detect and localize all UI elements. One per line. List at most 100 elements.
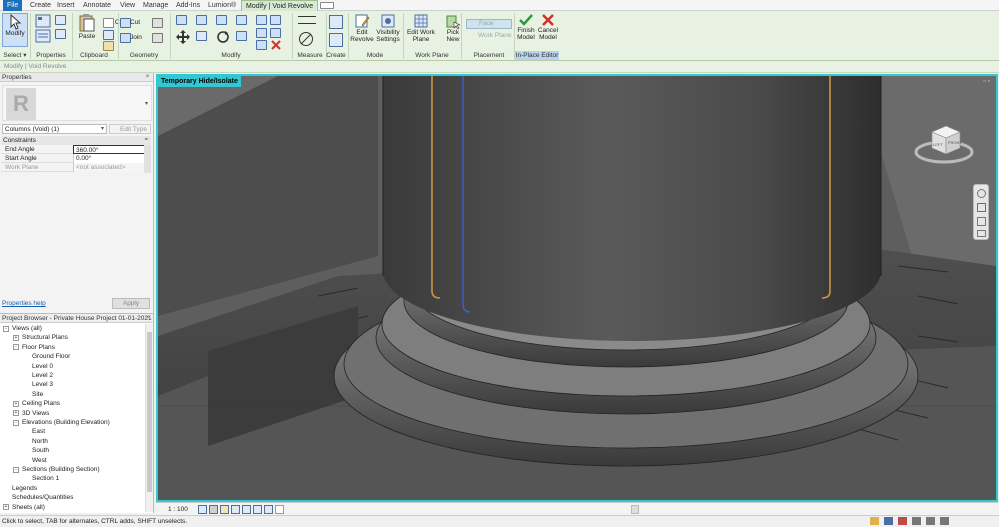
tree-item[interactable]: East xyxy=(32,427,45,436)
viewcube-face-front[interactable]: FRONT xyxy=(948,140,962,145)
temporary-hide-isolate-label[interactable]: Temporary Hide/Isolate xyxy=(158,76,241,87)
measure-distance-icon[interactable] xyxy=(298,16,316,24)
tree-item[interactable]: South xyxy=(32,446,49,455)
split-face-icon[interactable] xyxy=(152,33,163,43)
shadows-icon[interactable] xyxy=(231,505,240,514)
copy-element-icon[interactable] xyxy=(196,31,207,41)
horizontal-scroll-thumb[interactable] xyxy=(631,505,639,514)
create-similar-icon[interactable] xyxy=(329,15,343,29)
trim-extend-icon[interactable] xyxy=(236,31,247,41)
array-icon[interactable] xyxy=(256,28,267,38)
tree-item[interactable]: North xyxy=(32,437,48,446)
tab-insert[interactable]: Insert xyxy=(57,0,75,11)
unpin-icon[interactable] xyxy=(256,40,267,50)
crop-view-icon[interactable] xyxy=(253,505,262,514)
scrollbar-thumb[interactable] xyxy=(147,332,152,492)
tab-lumion[interactable]: Lumion® xyxy=(208,0,236,11)
pick-new-button[interactable]: Pick New xyxy=(443,13,463,49)
detail-level-icon[interactable] xyxy=(198,505,207,514)
family-types-icon[interactable] xyxy=(55,29,66,39)
edit-revolve-button[interactable]: Edit Revolve xyxy=(350,13,374,49)
type-properties-icon[interactable] xyxy=(55,15,66,25)
apply-button[interactable]: Apply xyxy=(112,298,150,309)
viewcube-face-left[interactable]: LEFT xyxy=(933,142,943,147)
tree-item[interactable]: Site xyxy=(32,390,43,399)
edit-type-button[interactable]: Edit Type xyxy=(109,124,151,134)
tab-file[interactable]: File xyxy=(3,0,23,11)
tree-item[interactable]: Structural Plans xyxy=(22,333,68,342)
tree-item[interactable]: Sections (Building Section) xyxy=(22,465,100,474)
tab-view[interactable]: View xyxy=(120,0,135,11)
filter-icon[interactable] xyxy=(940,517,949,525)
window-controls[interactable]: ▫ ▫ xyxy=(983,78,990,85)
render-icon[interactable] xyxy=(242,505,251,514)
tree-item[interactable]: Schedules/Quantities xyxy=(12,493,73,502)
wall-joins-icon[interactable] xyxy=(152,18,163,28)
type-selector[interactable]: Columns (Void) (1) ▾ xyxy=(2,124,107,134)
start-angle-field[interactable]: 0.00° xyxy=(73,154,145,163)
scale-icon[interactable] xyxy=(270,28,281,38)
tree-item[interactable]: Legends xyxy=(12,484,37,493)
tree-item[interactable]: Views (all) xyxy=(12,324,42,333)
design-options-icon[interactable] xyxy=(884,517,893,525)
nav-options-icon[interactable] xyxy=(977,230,986,237)
tab-modify-void-revolve[interactable]: Modify | Void Revolve xyxy=(241,0,319,11)
tab-annotate[interactable]: Annotate xyxy=(83,0,111,11)
copy-icon[interactable] xyxy=(103,30,114,40)
visual-style-icon[interactable] xyxy=(209,505,218,514)
select-faces-icon[interactable] xyxy=(926,517,935,525)
expand-toggle-icon[interactable]: + xyxy=(13,410,19,417)
crop-region-icon[interactable] xyxy=(264,505,273,514)
paste-button[interactable]: Paste xyxy=(76,13,98,47)
tree-item[interactable]: West xyxy=(32,456,47,465)
measure-angle-icon[interactable] xyxy=(298,31,314,47)
chevron-down-icon[interactable]: ▾ xyxy=(145,100,148,107)
create-group-icon[interactable] xyxy=(329,33,343,47)
close-icon[interactable]: × xyxy=(144,315,151,322)
property-row-end-angle[interactable]: End Angle 360.00° xyxy=(1,145,151,154)
tree-item[interactable]: 3D Views xyxy=(22,409,49,418)
tree-item[interactable]: Level 0 xyxy=(32,362,53,371)
mirror-draw-icon[interactable] xyxy=(236,15,247,25)
collapse-toggle-icon[interactable]: - xyxy=(13,344,19,351)
tree-item[interactable]: Level 3 xyxy=(32,380,53,389)
tree-item[interactable]: Sheets (all) xyxy=(12,503,45,512)
close-icon[interactable]: × xyxy=(144,74,151,81)
select-links-icon[interactable] xyxy=(898,517,907,525)
expand-toggle-icon[interactable]: + xyxy=(3,504,9,511)
modify-button[interactable]: Modify xyxy=(2,13,28,47)
tab-create[interactable]: Create xyxy=(30,0,51,11)
tree-item[interactable]: Section 1 xyxy=(32,474,59,483)
tree-item[interactable]: Floor Plans xyxy=(22,343,55,352)
browser-scrollbar[interactable] xyxy=(145,324,153,512)
tree-item[interactable]: Level 2 xyxy=(32,371,53,380)
match-properties-icon[interactable] xyxy=(103,41,114,51)
finish-model-button[interactable]: Finish Model xyxy=(515,13,537,49)
face-button[interactable]: Face xyxy=(466,19,512,29)
split-element-icon[interactable] xyxy=(256,15,267,25)
temporary-hide-icon[interactable] xyxy=(275,505,284,514)
delete-icon[interactable] xyxy=(271,40,281,50)
viewcube[interactable]: LEFT FRONT xyxy=(914,118,974,168)
tab-add-ins[interactable]: Add-Ins xyxy=(176,0,200,11)
sun-path-icon[interactable] xyxy=(220,505,229,514)
tree-item[interactable]: Ceiling Plans xyxy=(22,399,60,408)
select-group-label[interactable]: Select ▾ xyxy=(0,51,30,60)
properties-help-link[interactable]: Properties help xyxy=(2,300,46,307)
edit-work-plane-button[interactable]: Edit Work Plane xyxy=(405,13,437,49)
expand-toggle-icon[interactable]: + xyxy=(13,400,19,407)
collapse-toggle-icon[interactable]: - xyxy=(13,466,19,473)
pin-icon[interactable] xyxy=(270,15,281,25)
expand-toggle-icon[interactable]: + xyxy=(13,334,19,341)
tree-item[interactable]: Ground Floor xyxy=(32,352,70,361)
cancel-model-button[interactable]: Cancel Model xyxy=(537,13,559,49)
properties-button[interactable] xyxy=(33,13,53,47)
collapse-toggle-icon[interactable]: - xyxy=(3,325,9,332)
steering-wheel-icon[interactable] xyxy=(977,189,986,198)
offset-icon[interactable] xyxy=(196,15,207,25)
visibility-settings-button[interactable]: Visibility Settings xyxy=(375,13,401,49)
rotate-icon[interactable] xyxy=(216,30,230,44)
scissors-icon[interactable] xyxy=(103,18,114,28)
worksets-icon[interactable] xyxy=(870,517,879,525)
work-plane-toggle-button[interactable]: Work Plane xyxy=(466,32,512,42)
